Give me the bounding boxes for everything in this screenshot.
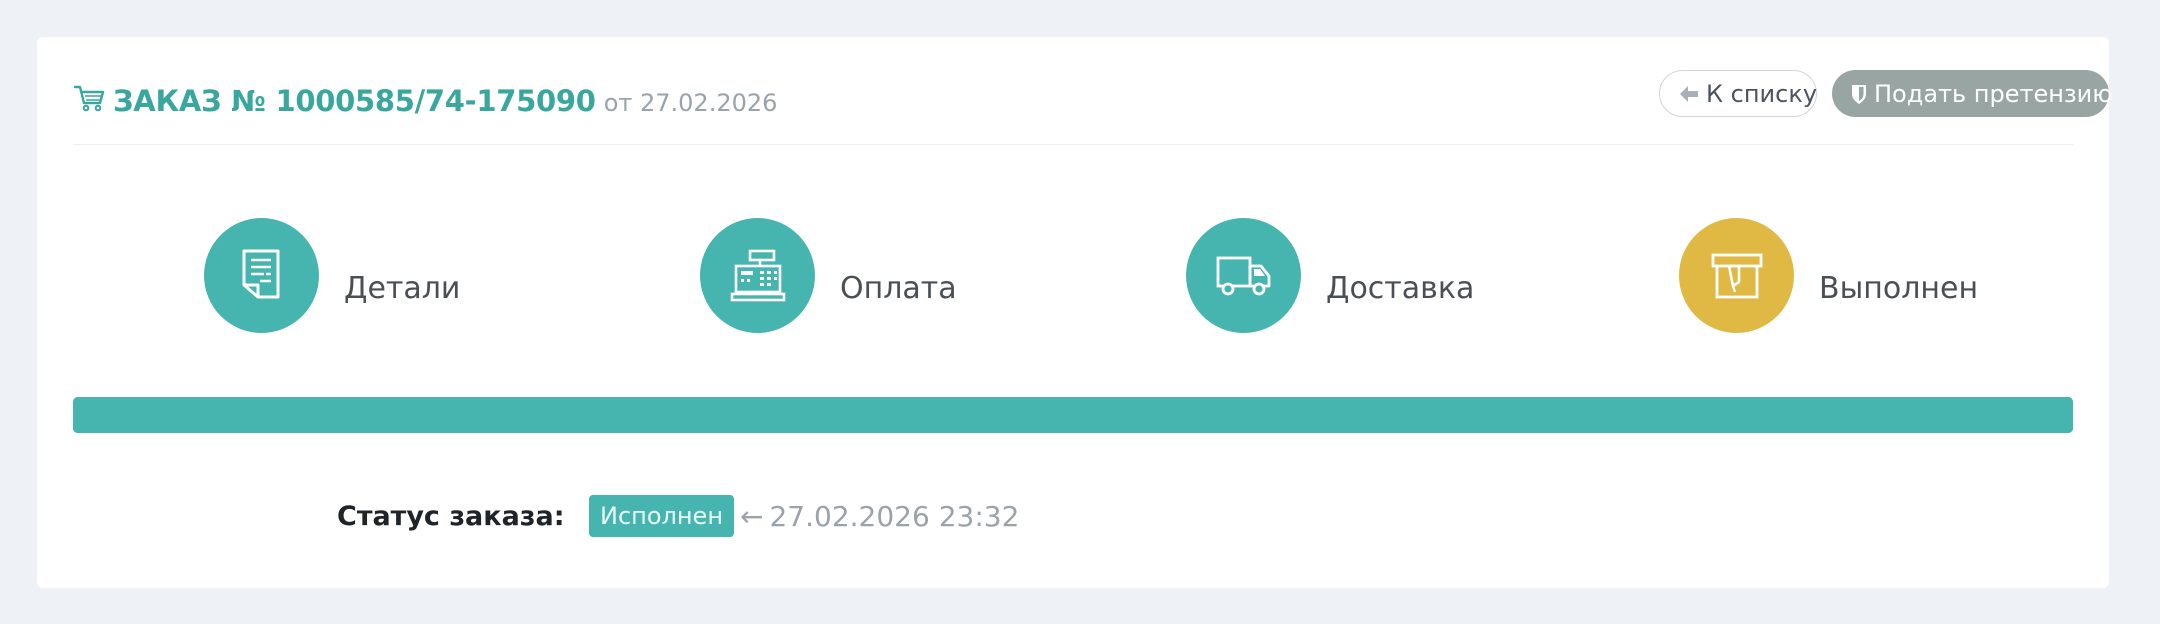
cash-register-icon [730,249,785,301]
package-icon [1711,253,1762,298]
document-icon [242,249,279,298]
step-details-label: Детали [344,271,461,306]
order-status-label: Статус заказа: [337,500,565,532]
step-completed: Выполнен [1679,218,1978,333]
order-progress-bar [73,397,2073,433]
step-delivery-label: Доставка [1326,271,1475,306]
step-payment-circle [700,218,815,333]
status-arrow: ← [740,499,764,533]
step-details: Детали [204,218,460,333]
order-status-row: Статус заказа: Исполнен ← 27.02.2026 23:… [337,495,1019,537]
order-progress-fill [73,397,2073,433]
step-completed-circle [1679,218,1794,333]
step-completed-label: Выполнен [1819,271,1979,306]
step-payment-label: Оплата [840,271,957,306]
step-delivery-circle [1186,218,1301,333]
step-delivery: Доставка [1186,218,1474,333]
step-payment: Оплата [700,218,957,333]
status-timestamp: 27.02.2026 23:32 [769,499,1020,533]
truck-icon [1216,256,1270,295]
order-card: ЗАКАЗ № 1000585/74-175090 от 27.02.2026 … [37,37,2112,588]
step-details-circle [204,218,319,333]
status-badge: Исполнен [589,495,735,537]
